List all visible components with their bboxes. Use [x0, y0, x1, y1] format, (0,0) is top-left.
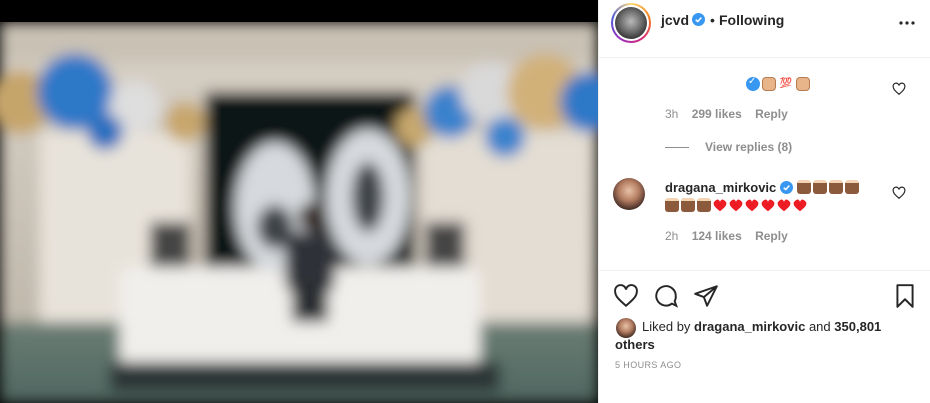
cake-emoji-icon: [697, 198, 711, 212]
bookmark-icon[interactable]: [892, 283, 918, 309]
comment-1-like-icon[interactable]: [892, 82, 906, 96]
like-heart-icon[interactable]: [613, 283, 639, 309]
red-heart-emoji-icon: [729, 198, 743, 211]
author-avatar[interactable]: [611, 3, 651, 43]
action-bar: Liked by dragana_mirkovic and 350,801 ot…: [599, 270, 930, 402]
post-photo[interactable]: [0, 22, 598, 403]
comment-2-age[interactable]: 2h: [665, 229, 678, 243]
following-button[interactable]: Following: [719, 12, 784, 28]
comment-icon[interactable]: [653, 283, 679, 309]
comment-2-likes[interactable]: 124 likes: [692, 229, 742, 243]
post-timestamp[interactable]: 5 HOURS AGO: [615, 360, 681, 370]
comment-1-meta: 3h 299 likes Reply: [665, 107, 798, 121]
commenter-avatar[interactable]: [613, 178, 645, 210]
verified-badge-icon: [780, 181, 793, 194]
comment-1-age[interactable]: 3h: [665, 107, 678, 121]
view-replies-label: View replies (8): [705, 140, 793, 154]
cake-emoji-icon: [681, 198, 695, 212]
red-heart-emoji-icon: [777, 198, 791, 211]
red-heart-emoji-icon: [713, 198, 727, 211]
comment-1-likes[interactable]: 299 likes: [692, 107, 742, 121]
comment-2-text-line-2: [665, 198, 807, 212]
likes-prefix: Liked by: [642, 319, 691, 334]
red-heart-emoji-icon: [793, 198, 807, 211]
comment-2-text-line-1: [797, 180, 859, 194]
view-replies-divider: [665, 147, 689, 149]
likes-connector: and: [808, 319, 831, 334]
view-replies-button[interactable]: View replies (8): [665, 140, 792, 154]
author-username[interactable]: jcvd: [661, 12, 689, 28]
cake-emoji-icon: [845, 180, 859, 194]
cake-emoji-icon: [829, 180, 843, 194]
verified-check-emoji-icon: [746, 76, 760, 91]
comment-1-text: 💯: [746, 76, 810, 91]
cake-emoji-icon: [665, 198, 679, 212]
cake-emoji-icon: [797, 180, 811, 194]
share-icon[interactable]: [693, 283, 719, 309]
more-options-icon[interactable]: [897, 12, 917, 32]
red-heart-emoji-icon: [745, 198, 759, 211]
verified-badge-icon: [692, 13, 705, 26]
likes-summary: Liked by dragana_mirkovic and 350,801 ot…: [615, 318, 915, 354]
comment-2-like-icon[interactable]: [892, 186, 906, 200]
liker-username[interactable]: dragana_mirkovic: [694, 319, 805, 334]
fist-emoji-icon: [762, 77, 776, 91]
post-header: jcvd • Following: [599, 0, 930, 58]
post-sidebar: jcvd • Following 💯 3h 299 likes Reply: [598, 0, 930, 403]
red-heart-emoji-icon: [761, 198, 775, 211]
post-media[interactable]: [0, 0, 598, 403]
next-comment-cutoff: — · — · — · —: [665, 264, 758, 269]
comment-1-reply-button[interactable]: Reply: [755, 107, 788, 121]
commenter-username[interactable]: dragana_mirkovic: [665, 180, 776, 195]
comment-2-reply-button[interactable]: Reply: [755, 229, 788, 243]
header-separator: •: [710, 12, 715, 28]
comments-list[interactable]: 💯 3h 299 likes Reply View replies (8) dr…: [599, 59, 930, 269]
comment-2-meta: 2h 124 likes Reply: [665, 229, 798, 243]
hundred-emoji-icon: 💯: [778, 77, 794, 91]
cake-emoji-icon: [813, 180, 827, 194]
fist-emoji-icon: [796, 77, 810, 91]
